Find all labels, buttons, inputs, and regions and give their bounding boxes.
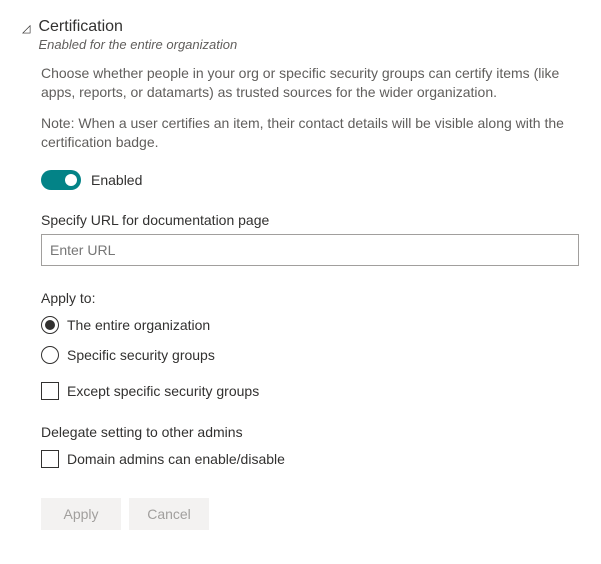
- cancel-button[interactable]: Cancel: [129, 498, 209, 530]
- delegate-label: Delegate setting to other admins: [41, 424, 579, 440]
- apply-to-label: Apply to:: [41, 290, 579, 306]
- collapse-icon[interactable]: ◿: [22, 22, 30, 35]
- section-subtitle: Enabled for the entire organization: [38, 37, 579, 52]
- description-text: Choose whether people in your org or spe…: [41, 64, 579, 102]
- radio-entire-org[interactable]: [41, 316, 59, 334]
- radio-security-groups[interactable]: [41, 346, 59, 364]
- enabled-toggle-label: Enabled: [91, 172, 142, 188]
- note-text: Note: When a user certifies an item, the…: [41, 114, 579, 152]
- url-input[interactable]: [41, 234, 579, 266]
- radio-entire-org-label[interactable]: The entire organization: [67, 317, 210, 333]
- toggle-knob: [65, 174, 77, 186]
- checkbox-except-groups[interactable]: [41, 382, 59, 400]
- apply-button[interactable]: Apply: [41, 498, 121, 530]
- section-title: Certification: [38, 18, 579, 36]
- checkbox-except-groups-label[interactable]: Except specific security groups: [67, 383, 259, 399]
- enabled-toggle[interactable]: [41, 170, 81, 190]
- url-field-label: Specify URL for documentation page: [41, 212, 579, 228]
- checkbox-domain-admins[interactable]: [41, 450, 59, 468]
- checkbox-domain-admins-label[interactable]: Domain admins can enable/disable: [67, 451, 285, 467]
- radio-security-groups-label[interactable]: Specific security groups: [67, 347, 215, 363]
